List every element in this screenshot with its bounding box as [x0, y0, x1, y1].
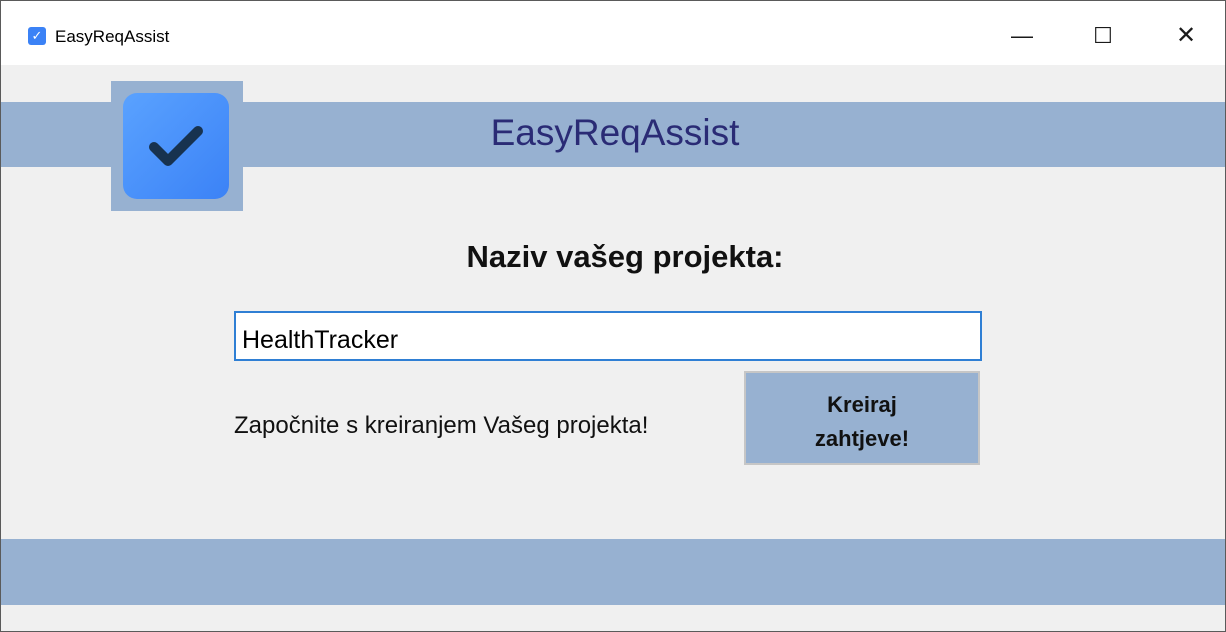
- footer-band: [1, 539, 1225, 605]
- app-checkbox-icon: ✓: [28, 27, 46, 45]
- maximize-button[interactable]: ☐: [1083, 19, 1123, 53]
- project-name-input[interactable]: [234, 311, 982, 361]
- window-title: EasyReqAssist: [55, 27, 170, 46]
- close-button[interactable]: ✕: [1166, 19, 1206, 53]
- project-name-label: Naziv vašeg projekta:: [466, 239, 784, 274]
- minimize-button[interactable]: —: [1002, 19, 1042, 53]
- create-requirements-button[interactable]: Kreiraj zahtjeve!: [744, 371, 980, 465]
- title-bar[interactable]: ✓ EasyReqAssist — ☐ ✕: [1, 1, 1225, 65]
- start-instruction-text: Započnite s kreiranjem Vašeg projekta!: [234, 412, 649, 439]
- app-window: ✓ EasyReqAssist — ☐ ✕ EasyReqAssist Nazi…: [0, 0, 1226, 632]
- app-title: EasyReqAssist: [1, 111, 1225, 155]
- main-content: EasyReqAssist Naziv vašeg projekta: Zapo…: [1, 65, 1225, 631]
- app-title-text: EasyReqAssist: [490, 112, 740, 153]
